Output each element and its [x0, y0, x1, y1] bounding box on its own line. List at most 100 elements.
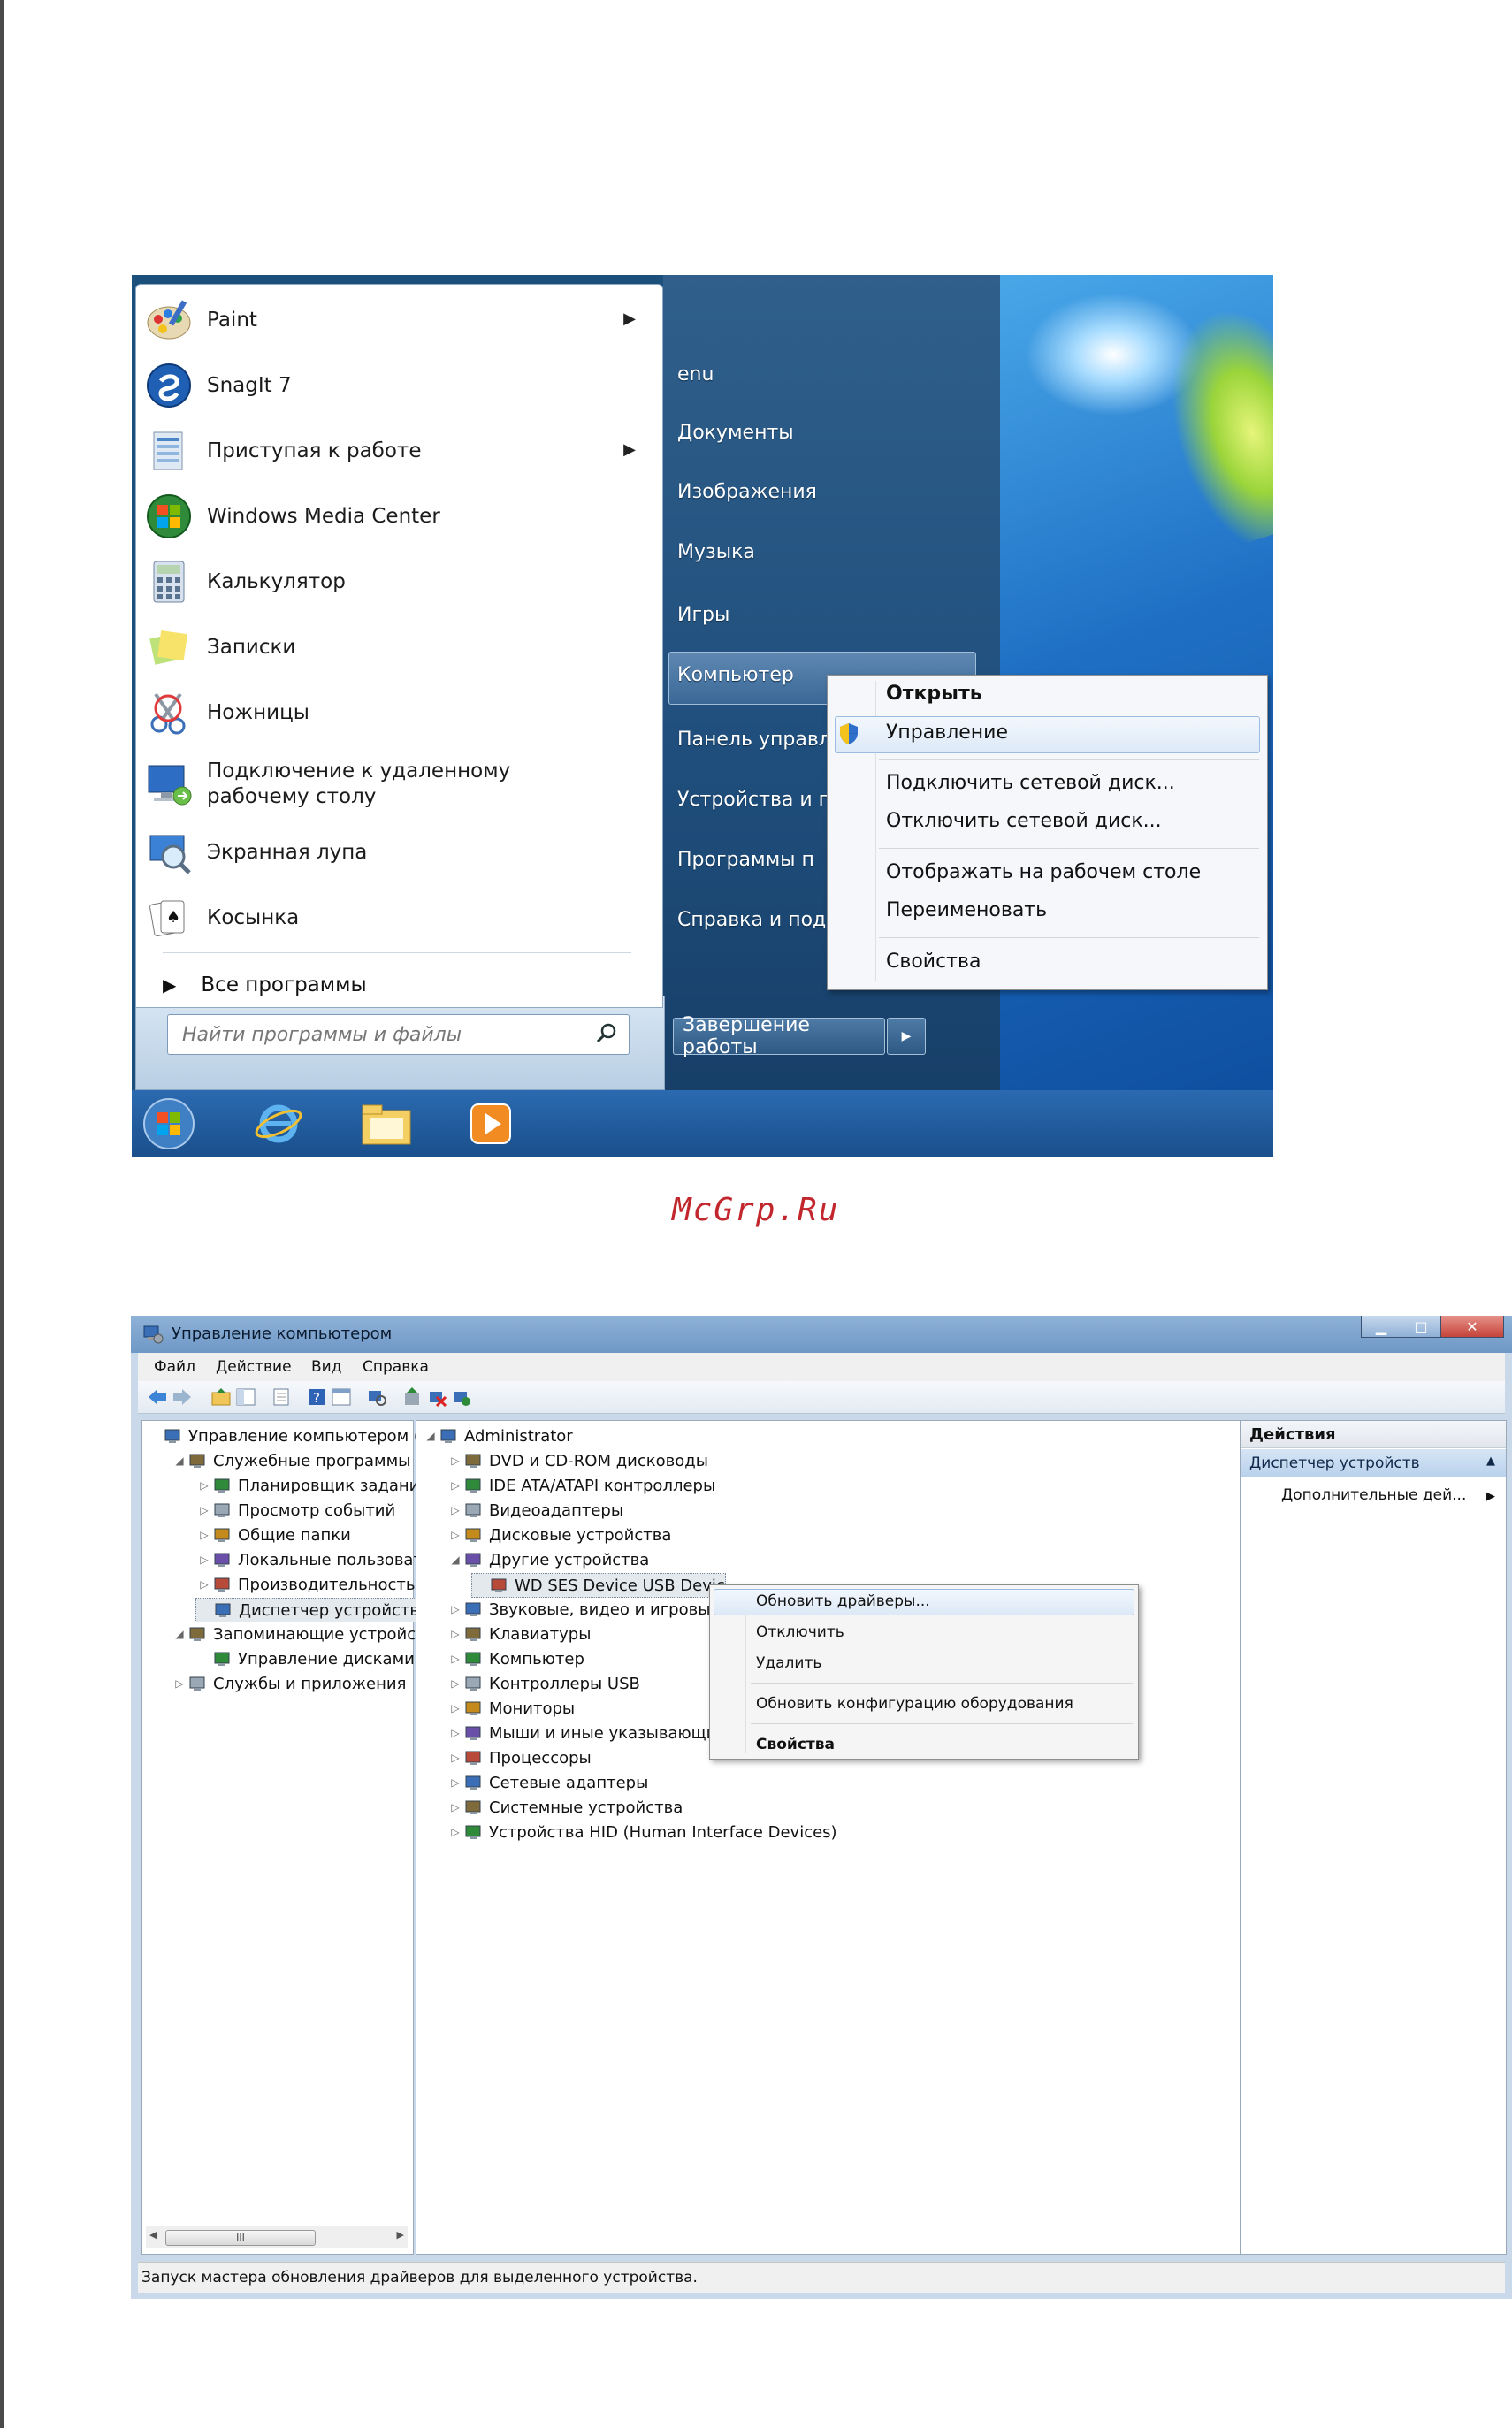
menu-item-disable[interactable]: Отключить [756, 1623, 844, 1641]
devices-link[interactable]: Устройства и п [677, 789, 831, 811]
menu-item-show-on-desktop[interactable]: Отображать на рабочем столе [886, 861, 1201, 883]
minimize-button[interactable]: ▁ [1361, 1316, 1401, 1338]
menu-file[interactable]: Файл [154, 1358, 195, 1376]
expander-arrow-icon[interactable]: ▷ [447, 1504, 464, 1516]
expander-arrow-icon[interactable]: ▷ [171, 1677, 188, 1690]
default-programs-link[interactable]: Программы п [677, 849, 814, 871]
expander-arrow-icon[interactable]: ▷ [195, 1504, 213, 1516]
menu-item-uninstall[interactable]: Удалить [756, 1654, 821, 1672]
tree-row[interactable]: ▷ Производительность [195, 1573, 415, 1596]
uninstall-device-icon[interactable] [426, 1386, 447, 1408]
devices-row[interactable]: ▷ Сетевые адаптеры [447, 1771, 648, 1794]
scan-hardware-icon[interactable] [366, 1386, 387, 1408]
up-folder-icon[interactable] [210, 1386, 232, 1408]
export-list-icon[interactable] [271, 1386, 292, 1408]
documents-link[interactable]: Документы [677, 422, 794, 444]
devices-row[interactable]: ▷ DVD и CD-ROM дисководы [447, 1449, 708, 1472]
program-remote-desktop[interactable]: Подключение к удаленному рабочему столу [145, 752, 645, 817]
computer-link[interactable]: Компьютер [677, 664, 794, 686]
help-icon[interactable]: ? [306, 1386, 327, 1408]
close-button[interactable]: ✕ [1440, 1316, 1504, 1338]
expander-arrow-icon[interactable]: ▷ [447, 1628, 464, 1640]
control-panel-link[interactable]: Панель управл [677, 729, 831, 751]
expander-arrow-icon[interactable]: ▷ [195, 1529, 213, 1541]
tree-row[interactable]: ▷ Планировщик заданий [195, 1474, 430, 1497]
shutdown-button[interactable]: Завершение работы [673, 1014, 885, 1058]
expander-arrow-icon[interactable]: ◢ [171, 1455, 188, 1467]
explorer-folder-icon[interactable] [358, 1097, 415, 1150]
program-getting-started[interactable]: Приступая к работе ▶ [145, 424, 645, 477]
expander-arrow-icon[interactable]: ▷ [447, 1776, 464, 1789]
internet-explorer-icon[interactable] [250, 1097, 307, 1150]
devices-row[interactable]: ▷ IDE ATA/ATAPI контроллеры [447, 1474, 715, 1497]
back-arrow-icon[interactable] [147, 1386, 168, 1408]
tree-row[interactable]: ▷ Службы и приложения [171, 1672, 406, 1695]
program-magnifier[interactable]: Экранная лупа [145, 826, 645, 879]
update-driver-icon[interactable] [401, 1386, 423, 1408]
more-actions-link[interactable]: Дополнительные дей... [1281, 1486, 1466, 1504]
expander-arrow-icon[interactable]: ▷ [447, 1801, 464, 1813]
program-paint[interactable]: Paint ▶ [145, 294, 645, 347]
devices-row[interactable]: ▷ Видеоадаптеры [447, 1499, 623, 1522]
actions-section-device-manager[interactable]: Диспетчер устройств ▲ [1241, 1449, 1506, 1477]
tree-row[interactable]: Управление дисками [195, 1647, 415, 1670]
pictures-link[interactable]: Изображения [677, 481, 817, 503]
program-solitaire[interactable]: ♠ Косынка [145, 891, 645, 944]
expander-arrow-icon[interactable]: ▷ [447, 1653, 464, 1665]
devices-row[interactable]: ▷ Клавиатуры [447, 1622, 591, 1645]
program-calculator[interactable]: Калькулятор [145, 555, 645, 608]
devices-row[interactable]: ▷ Контроллеры USB [447, 1672, 640, 1695]
program-media-center[interactable]: Windows Media Center [145, 490, 645, 543]
tree-row[interactable]: ▷ Просмотр событий [195, 1499, 395, 1522]
expander-arrow-icon[interactable]: ◢ [447, 1554, 464, 1566]
expander-arrow-icon[interactable]: ▷ [447, 1702, 464, 1714]
devices-row[interactable]: ▷ Звуковые, видео и игровые [447, 1598, 720, 1621]
devices-row[interactable]: ▷ Процессоры [447, 1746, 591, 1769]
tree-row[interactable]: Диспетчер устройств [195, 1598, 421, 1622]
menu-item-disconnect-network-drive[interactable]: Отключить сетевой диск... [886, 810, 1162, 832]
menu-item-properties[interactable]: Свойства [886, 951, 981, 973]
properties-window-icon[interactable] [331, 1386, 352, 1408]
tree-row[interactable]: ◢ Служебные программы [171, 1449, 410, 1472]
menu-item-properties[interactable]: Свойства [756, 1736, 835, 1753]
scroll-thumb[interactable]: III [165, 2230, 316, 2246]
music-link[interactable]: Музыка [677, 541, 755, 563]
menu-item-scan-hardware[interactable]: Обновить конфигурацию оборудования [756, 1695, 1073, 1713]
devices-row[interactable]: ▷ Устройства HID (Human Interface Devices… [447, 1821, 836, 1844]
start-search-input[interactable] [180, 1022, 591, 1047]
tree-row[interactable]: Управление компьютером (л [146, 1424, 430, 1447]
start-search-box[interactable] [167, 1014, 630, 1055]
scroll-right-arrow-icon[interactable]: ▶ [397, 2229, 404, 2241]
expander-arrow-icon[interactable]: ▷ [195, 1554, 213, 1566]
menu-item-rename[interactable]: Переименовать [886, 899, 1047, 921]
program-snagit[interactable]: SnagIt 7 [145, 359, 645, 412]
tree-row[interactable]: ▷ Общие папки [195, 1523, 350, 1546]
devices-row[interactable]: ▷ Компьютер [447, 1647, 584, 1670]
all-programs-button[interactable]: ▶ Все программы [163, 966, 640, 1004]
menu-item-map-network-drive[interactable]: Подключить сетевой диск... [886, 772, 1175, 794]
shutdown-options-button[interactable]: ▶ [887, 1018, 926, 1055]
expander-arrow-icon[interactable]: ▷ [447, 1752, 464, 1764]
expander-arrow-icon[interactable]: ▷ [447, 1677, 464, 1690]
expander-arrow-icon[interactable]: ◢ [422, 1430, 439, 1442]
devices-row[interactable]: ▷ Мыши и иные указывающи [447, 1722, 716, 1745]
expander-arrow-icon[interactable]: ▷ [447, 1529, 464, 1541]
expander-arrow-icon[interactable]: ▷ [447, 1603, 464, 1615]
expander-arrow-icon[interactable]: ▷ [447, 1479, 464, 1492]
scroll-left-arrow-icon[interactable]: ◀ [149, 2229, 157, 2241]
help-link[interactable]: Справка и под [677, 909, 826, 931]
devices-row[interactable]: WD SES Device USB Devic [471, 1573, 726, 1598]
devices-row[interactable]: ◢ Administrator [422, 1424, 572, 1447]
enable-device-icon[interactable] [451, 1386, 472, 1408]
program-sticky-notes[interactable]: Записки [145, 621, 645, 674]
expander-arrow-icon[interactable]: ▷ [447, 1727, 464, 1739]
tree-row[interactable]: ▷ Локальные пользовате [195, 1548, 432, 1571]
start-orb-icon[interactable] [141, 1097, 197, 1150]
games-link[interactable]: Игры [677, 604, 729, 626]
menu-help[interactable]: Справка [363, 1358, 429, 1376]
menu-item-update-drivers[interactable]: Обновить драйверы... [756, 1592, 930, 1610]
tree-row[interactable]: ◢ Запоминающие устройст [171, 1622, 424, 1645]
show-hide-tree-icon[interactable] [235, 1386, 256, 1408]
devices-row[interactable]: ◢ Другие устройства [447, 1548, 649, 1571]
maximize-button[interactable]: □ [1401, 1316, 1441, 1338]
